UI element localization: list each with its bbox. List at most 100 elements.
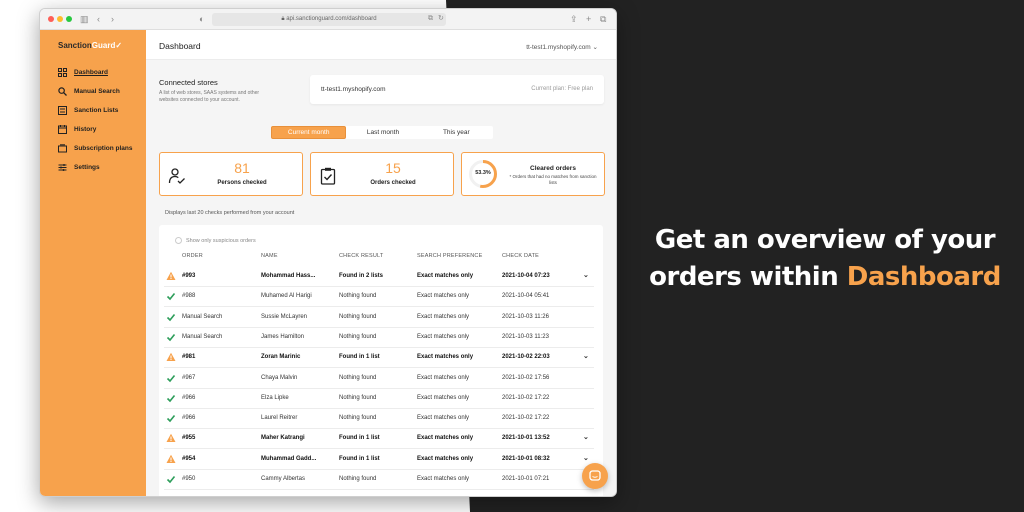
reload-icon[interactable]: ↻	[438, 13, 444, 25]
cell-check-date: 2021-10-02 22:03	[502, 354, 550, 361]
warning-icon	[166, 454, 176, 464]
topbar: Dashboard tt-test1.myshopify.com ⌄	[146, 30, 616, 60]
browser-titlebar: ▥ ‹ › ◐ 🔒︎ api.sanctionguard.com/dashboa…	[40, 9, 616, 30]
cell-name: Laurel Reitrer	[261, 415, 298, 422]
logo-part-1: Sanction	[58, 41, 92, 50]
tabs-overview-icon[interactable]: ⧉	[600, 13, 606, 25]
cell-check-date: 2021-10-03 11:26	[502, 313, 549, 320]
cell-name: Maher Katrangi	[261, 435, 305, 442]
logo-check-icon: ✓	[115, 41, 123, 50]
sidebar-item-sanction-lists[interactable]: Sanction Lists	[57, 103, 118, 117]
clipboard-check-icon	[319, 167, 337, 185]
cell-check-result: Found in 2 lists	[339, 273, 384, 279]
search-icon	[57, 86, 67, 96]
chevron-down-icon: ⌄	[592, 44, 598, 51]
back-icon[interactable]: ‹	[97, 13, 100, 25]
sidebar-toggle-icon[interactable]: ▥	[80, 13, 89, 25]
column-header-name: NAME	[261, 253, 278, 259]
history-icon	[57, 124, 67, 134]
tab-current-month[interactable]: Current month	[271, 126, 347, 139]
headline-line-1: Get an overview of your	[654, 225, 996, 255]
table-header: ORDER NAME CHECK RESULT SEARCH PREFERENC…	[159, 253, 603, 263]
cleared-orders-description: * Orders that had no matches from sancti…	[509, 174, 597, 185]
table-row[interactable]: #966 Laurel Reitrer Nothing found Exact mat…	[164, 409, 594, 430]
cell-name: James Hamilton	[261, 333, 305, 340]
persons-checked-value: 81	[234, 160, 250, 176]
logo[interactable]: SanctionGuard✓	[58, 41, 122, 50]
cell-check-result: Nothing found	[339, 394, 377, 401]
sidebar-item-history[interactable]: History	[57, 122, 96, 136]
table-row[interactable]: #954 Muhammad Gadd... Found in 1 list Exact…	[164, 450, 594, 470]
column-header-check-result: CHECK RESULT	[339, 253, 384, 259]
cell-check-date: 2021-10-03 11:23	[502, 333, 549, 340]
translate-icon[interactable]: ⧉	[428, 13, 433, 25]
cell-order: #988	[182, 293, 196, 300]
check-icon	[166, 373, 176, 383]
store-selector[interactable]: tt-test1.myshopify.com ⌄	[526, 43, 598, 51]
cleared-orders-title: Cleared orders	[530, 165, 576, 172]
sidebar-item-subscription-plans[interactable]: Subscription plans	[57, 141, 133, 155]
tab-this-year[interactable]: This year	[420, 126, 493, 139]
forward-icon[interactable]: ›	[111, 13, 114, 25]
orders-checked-value: 15	[385, 160, 401, 176]
check-icon	[166, 312, 176, 322]
zoom-window-button[interactable]	[66, 16, 72, 22]
sidebar-item-dashboard[interactable]: Dashboard	[57, 65, 108, 79]
cell-check-result: Found in 1 list	[339, 435, 380, 442]
suspicious-filter-radio[interactable]	[175, 237, 182, 244]
cell-order: Manual Search	[182, 313, 223, 320]
sidebar-item-label: Manual Search	[74, 87, 120, 95]
check-icon	[166, 413, 176, 423]
cell-check-result: Found in 1 list	[339, 354, 380, 361]
cell-search-preference: Exact matches only	[417, 293, 470, 300]
table-row[interactable]: #967 Chaya Malvin Nothing found Exact match…	[164, 369, 594, 389]
cell-check-date: 2021-10-04 05:41	[502, 293, 550, 300]
sidebar-item-label: Subscription plans	[74, 144, 133, 152]
address-bar[interactable]: 🔒︎ api.sanctionguard.com/dashboard	[212, 13, 446, 26]
warning-icon	[166, 433, 176, 443]
period-tabs: Current month Last month This year	[271, 126, 493, 139]
cell-name: Muhammad Gadd...	[261, 455, 317, 462]
main-content: Dashboard tt-test1.myshopify.com ⌄ Conne…	[146, 30, 616, 496]
cell-search-preference: Exact matches only	[417, 333, 470, 340]
suspicious-filter-label: Show only suspicious orders	[186, 237, 256, 244]
current-plan: Current plan: Free plan	[531, 86, 593, 92]
new-tab-icon[interactable]: +	[586, 13, 591, 25]
table-row[interactable]: #981 Zoran Marinic Found in 1 list Exact ma…	[164, 348, 594, 369]
headline-line-2: orders within Dashboard	[640, 259, 1010, 296]
table-row[interactable]: #988 Muhamed Al Harigi Nothing found Exact …	[164, 287, 594, 308]
sidebar-item-label: History	[74, 125, 97, 133]
minimize-window-button[interactable]	[57, 16, 63, 22]
cell-search-preference: Exact matches only	[417, 435, 474, 442]
sidebar-item-label: Dashboard	[74, 68, 108, 76]
chat-button[interactable]	[582, 463, 608, 489]
checks-note: Displays last 20 checks performed from y…	[165, 210, 295, 216]
cell-search-preference: Exact matches only	[417, 374, 470, 381]
table-row[interactable]: Manual Search James Hamilton Nothing found…	[164, 328, 594, 348]
expand-row-chevron-icon[interactable]: ⌄	[583, 271, 589, 279]
cell-order: Manual Search	[182, 333, 223, 340]
cell-check-date: 2021-10-01 13:52	[502, 435, 550, 442]
suspicious-filter[interactable]: Show only suspicious orders	[175, 237, 256, 244]
persons-checked-card: 81 Persons checked	[159, 152, 303, 196]
expand-row-chevron-icon[interactable]: ⌄	[583, 454, 589, 462]
headline: Get an overview of your orders within Da…	[640, 222, 1010, 296]
table-row[interactable]: Manual Search Sussie McLayren Nothing foun…	[164, 308, 594, 328]
orders-checked-label: Orders checked	[370, 180, 416, 186]
cell-search-preference: Exact matches only	[417, 476, 470, 482]
check-icon	[166, 291, 176, 301]
orders-checked-card: 15 Orders checked	[310, 152, 454, 196]
expand-row-chevron-icon[interactable]: ⌄	[583, 352, 589, 360]
connected-store-card[interactable]: tt-test1.myshopify.com Current plan: Fre…	[310, 75, 604, 104]
table-row[interactable]: #993 Mohammad Hass... Found in 2 lists Exac…	[164, 267, 594, 287]
table-row[interactable]: #955 Maher Katrangi Found in 1 list Exact m…	[164, 429, 594, 450]
sidebar-item-manual-search[interactable]: Manual Search	[57, 84, 120, 98]
table-row[interactable]: #966 Elza Lipke Nothing found Exact matches…	[164, 389, 594, 409]
close-window-button[interactable]	[48, 16, 54, 22]
tab-last-month[interactable]: Last month	[346, 126, 419, 139]
share-icon[interactable]: ⇪	[570, 13, 578, 25]
sidebar-item-settings[interactable]: Settings	[57, 160, 100, 174]
expand-row-chevron-icon[interactable]: ⌄	[583, 433, 589, 441]
store-selector-label: tt-test1.myshopify.com	[526, 44, 591, 51]
table-row[interactable]: #950 Cammy Albertas Nothing found Exact mat…	[164, 470, 594, 490]
